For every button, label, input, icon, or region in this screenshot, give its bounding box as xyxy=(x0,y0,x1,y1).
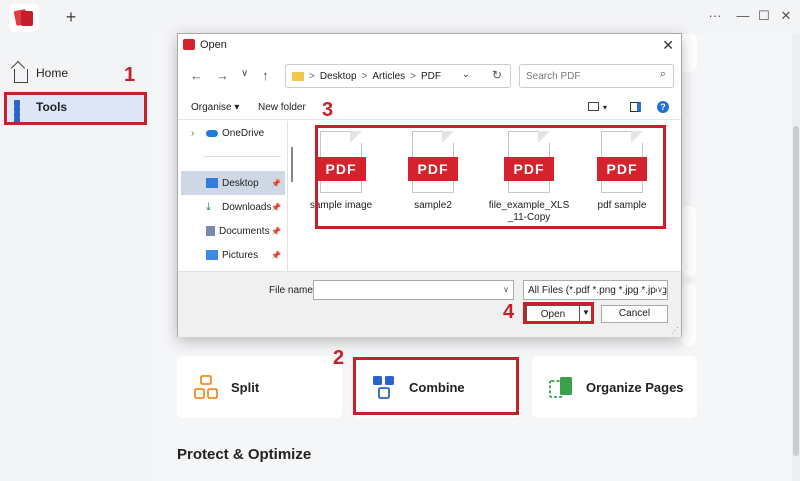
main-scrollbar[interactable] xyxy=(792,34,800,481)
nav-pane-scrollbar[interactable] xyxy=(291,147,293,182)
chevron-down-icon[interactable]: ∨ xyxy=(657,285,663,294)
dialog-close-button[interactable]: ✕ xyxy=(662,37,674,54)
breadcrumb-item[interactable]: Articles xyxy=(372,71,405,82)
pin-icon: 📌 xyxy=(271,202,281,212)
dialog-title: Open xyxy=(200,39,227,51)
tree-item-label: OneDrive xyxy=(222,127,265,139)
chevron-right-icon[interactable]: › xyxy=(191,128,194,139)
file-name-input[interactable]: ∨ xyxy=(313,280,514,300)
tree-item-label: Documents xyxy=(219,225,270,237)
tree-item-downloads[interactable]: ⤓ Downloads 📌 xyxy=(181,195,285,219)
dialog-command-bar: Organise ▾ New folder ▾ ? xyxy=(178,96,681,120)
tree-item-label: Desktop xyxy=(222,177,259,189)
breadcrumb-item[interactable]: PDF xyxy=(421,71,441,82)
chevron-down-icon[interactable]: ∨ xyxy=(503,285,509,294)
address-bar[interactable]: > Desktop > Articles > PDF ⌄ ↻ xyxy=(285,64,511,88)
more-menu-icon[interactable]: ··· xyxy=(706,7,724,25)
tree-item-label: Downloads xyxy=(222,201,272,213)
documents-icon xyxy=(206,226,215,236)
refresh-icon[interactable]: ↻ xyxy=(492,68,502,82)
search-icon: ⌕ xyxy=(659,68,666,80)
pictures-icon xyxy=(206,250,218,260)
pin-icon: 📌 xyxy=(271,178,281,188)
tree-item-pictures[interactable]: Pictures 📌 xyxy=(181,243,285,267)
back-button[interactable]: ← xyxy=(190,68,203,83)
annotation-number: 4 xyxy=(503,301,515,323)
pin-icon: 📌 xyxy=(271,226,281,236)
organise-menu-button[interactable]: Organise ▾ xyxy=(191,102,239,113)
minimize-button[interactable]: — xyxy=(734,7,752,25)
recent-locations-button[interactable]: ∨ xyxy=(241,68,248,79)
background-card xyxy=(682,206,696,276)
resize-grip-icon[interactable]: ⋰ xyxy=(671,326,679,335)
breadcrumb-separator: > xyxy=(410,70,417,82)
scrollbar-thumb[interactable] xyxy=(793,126,799,456)
home-icon xyxy=(14,68,28,83)
sidebar-item-label: Home xyxy=(36,66,69,80)
breadcrumb-separator: > xyxy=(361,70,368,82)
search-input[interactable]: Search PDF ⌕ xyxy=(519,64,674,88)
onedrive-icon xyxy=(206,129,218,137)
desktop-icon xyxy=(206,178,218,188)
tree-item-label: Pictures xyxy=(222,249,259,261)
annotation-number: 2 xyxy=(333,347,345,369)
new-folder-button[interactable]: New folder xyxy=(258,102,306,113)
divider xyxy=(203,156,281,157)
pin-icon: 📌 xyxy=(271,250,281,260)
annotation-number: 3 xyxy=(322,99,334,121)
tool-label: Split xyxy=(231,379,260,395)
file-type-select[interactable]: All Files (*.pdf *.png *.jpg *.jpeg ∨ xyxy=(523,280,668,300)
app-titlebar: + ··· — ☐ ✕ xyxy=(0,0,800,34)
search-placeholder: Search PDF xyxy=(526,71,581,82)
app-logo-icon xyxy=(183,39,195,50)
file-type-value: All Files (*.pdf *.png *.jpg *.jpeg xyxy=(528,285,667,296)
maximize-button[interactable]: ☐ xyxy=(755,7,773,25)
dialog-footer: File name: ∨ All Files (*.pdf *.png *.jp… xyxy=(178,271,681,337)
file-name-label: File name: xyxy=(269,285,316,296)
tree-item-desktop[interactable]: Desktop 📌 xyxy=(181,171,285,195)
highlight-box-tools xyxy=(4,92,147,125)
navigation-pane: › OneDrive Desktop 📌 ⤓ Downloads 📌 Docum… xyxy=(178,121,288,271)
window-close-button[interactable]: ✕ xyxy=(777,7,795,25)
breadcrumb-item[interactable]: Desktop xyxy=(320,71,357,82)
app-logo-icon[interactable] xyxy=(9,4,39,32)
annotation-number: 1 xyxy=(124,64,136,86)
breadcrumb-separator: > xyxy=(309,70,315,82)
chevron-down-icon[interactable]: ▾ xyxy=(603,103,607,112)
background-card xyxy=(682,284,696,346)
tree-item-documents[interactable]: Documents 📌 xyxy=(181,219,285,243)
folder-icon xyxy=(292,71,304,81)
cancel-button[interactable]: Cancel xyxy=(601,305,668,323)
highlight-box-open xyxy=(523,302,594,324)
organize-pages-icon xyxy=(548,375,574,399)
chevron-down-icon[interactable]: ⌄ xyxy=(462,69,470,80)
view-options-icon[interactable] xyxy=(588,102,599,111)
download-icon: ⤓ xyxy=(206,201,211,213)
tree-item-onedrive[interactable]: › OneDrive xyxy=(181,121,285,145)
new-tab-button[interactable]: + xyxy=(62,7,80,27)
section-title: Protect & Optimize xyxy=(177,446,312,463)
highlight-box-combine xyxy=(353,357,519,415)
preview-pane-icon[interactable] xyxy=(630,102,641,112)
split-tool-card[interactable]: Split xyxy=(177,356,342,418)
forward-button[interactable]: → xyxy=(216,68,229,83)
tool-label: Organize Pages xyxy=(586,379,684,395)
dialog-navbar: ← → ∨ ↑ > Desktop > Articles > PDF ⌄ ↻ S… xyxy=(178,56,681,96)
split-icon xyxy=(193,375,219,399)
organize-pages-tool-card[interactable]: Organize Pages xyxy=(532,356,697,418)
help-icon[interactable]: ? xyxy=(657,101,669,113)
dialog-titlebar: Open ✕ xyxy=(178,34,681,56)
highlight-box-files xyxy=(315,125,666,229)
up-folder-button[interactable]: ↑ xyxy=(262,68,269,83)
